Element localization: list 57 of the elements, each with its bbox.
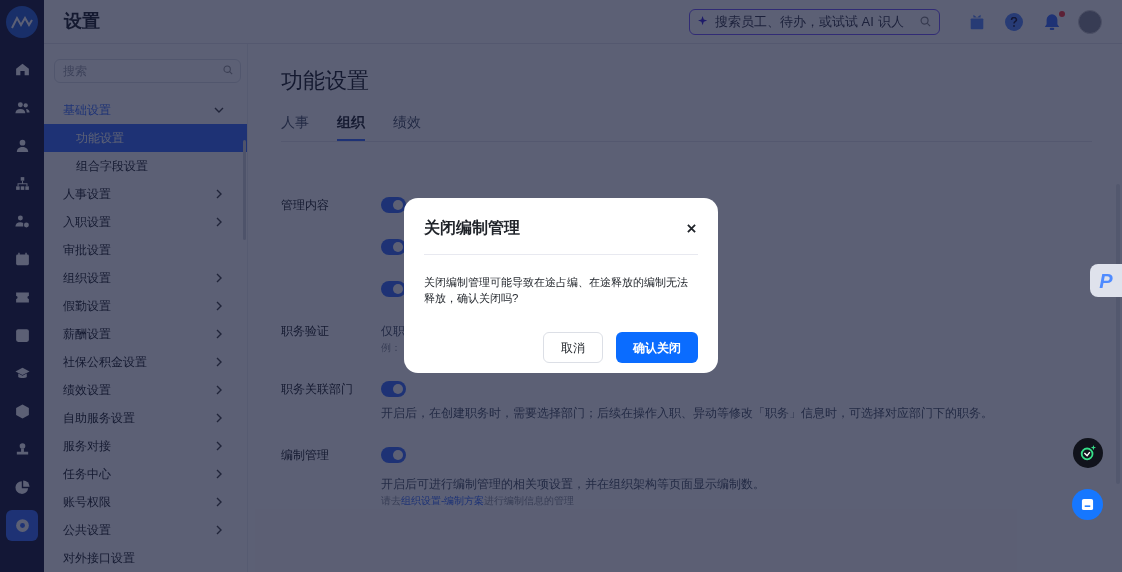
logo-icon [6, 6, 38, 38]
chevron-icon [214, 301, 224, 311]
setting-label: 管理内容 [281, 197, 330, 214]
bell-icon[interactable] [1043, 11, 1063, 32]
chat-icon[interactable] [1072, 489, 1103, 520]
menu-item[interactable]: 绩效设置 [44, 376, 236, 404]
menu-item[interactable]: 公共设置 [44, 516, 236, 544]
setting-label: 职务关联部门 [281, 381, 354, 398]
menu-item[interactable]: 服务对接 [44, 432, 236, 460]
chevron-icon [214, 413, 224, 423]
chevron-icon [214, 525, 224, 535]
menu-item[interactable]: 假勤设置 [44, 292, 236, 320]
tab[interactable]: 组织 [337, 112, 365, 141]
menu-item[interactable]: 账号权限 [44, 488, 236, 516]
chevron-icon [214, 105, 224, 115]
chevron-icon [214, 469, 224, 479]
chevron-icon [214, 357, 224, 367]
menu-item[interactable]: 人事设置 [44, 180, 236, 208]
chevron-icon [214, 189, 224, 199]
section-title: 功能设置 [281, 66, 370, 95]
chevron-icon [214, 497, 224, 507]
menu-item[interactable]: 对外接口设置 [44, 544, 236, 572]
settings-icon[interactable] [6, 510, 38, 541]
toggle-switch[interactable] [381, 239, 406, 255]
sparkle-icon [698, 16, 709, 27]
toggle-switch[interactable] [381, 197, 406, 213]
menu-item[interactable]: 自助服务设置 [44, 404, 236, 432]
tab[interactable]: 绩效 [393, 112, 421, 141]
search-icon [223, 65, 233, 75]
dialog-title: 关闭编制管理 [424, 218, 520, 238]
menu-item[interactable]: 任务中心 [44, 460, 236, 488]
toggle-switch[interactable] [381, 447, 406, 463]
menu-item[interactable]: 审批设置 [44, 236, 236, 264]
help-icon[interactable] [1005, 12, 1023, 31]
close-icon[interactable] [684, 221, 698, 235]
dialog-message: 关闭编制管理可能导致在途占编、在途释放的编制无法释放，确认关闭吗? [424, 275, 689, 306]
chevron-icon [214, 329, 224, 339]
menu-item[interactable]: 入职设置 [44, 208, 236, 236]
chevron-icon [214, 217, 224, 227]
setting-label: 职务验证 [281, 323, 330, 340]
ai-assistant-icon[interactable] [1073, 438, 1103, 468]
setting-label: 编制管理 [281, 447, 330, 464]
page-title: 设置 [64, 10, 100, 33]
chevron-icon [214, 273, 224, 283]
chevron-icon [214, 441, 224, 451]
toggle-switch[interactable] [381, 281, 406, 297]
chevron-icon [214, 385, 224, 395]
toggle-switch[interactable] [381, 381, 406, 397]
search-icon [920, 16, 931, 27]
menu-item[interactable]: 社保公积金设置 [44, 348, 236, 376]
menu-item[interactable]: 组织设置 [44, 264, 236, 292]
confirm-button[interactable]: 确认关闭 [616, 332, 698, 363]
avatar[interactable] [1078, 9, 1102, 34]
cancel-button[interactable]: 取消 [543, 332, 603, 363]
search-field[interactable]: 搜索员工、待办，或试试 AI 识人 [689, 8, 940, 35]
menu-item[interactable]: 薪酬设置 [44, 320, 236, 348]
assistant-widget[interactable]: P [1090, 264, 1122, 297]
